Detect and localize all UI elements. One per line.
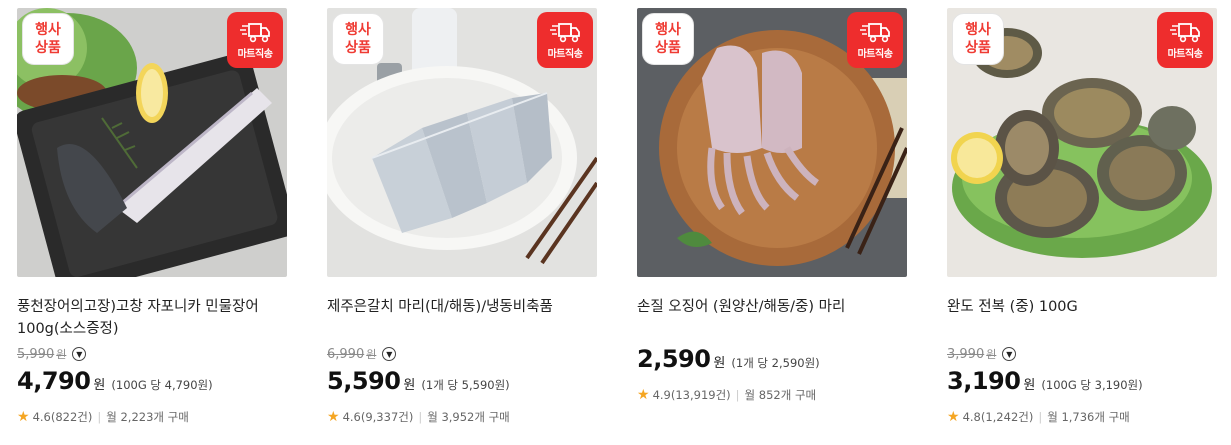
star-icon: ★: [637, 387, 650, 403]
rating-row: ★ 4.8(1,242건) | 월 1,736개 구매: [947, 409, 1217, 425]
product-name[interactable]: 풍천장어의고장)고창 자포니카 민물장어 100g(소스증정): [17, 296, 279, 340]
product-grid: 행사 상품 마트직송 풍천장어의고장)고창 자포니카 민물장어 100g(소스증…: [0, 0, 1231, 445]
event-product-badge: 행사 상품: [22, 13, 74, 65]
divider: |: [1038, 410, 1043, 424]
truck-icon: [860, 23, 890, 43]
event-product-badge: 행사 상품: [642, 13, 694, 65]
chevron-down-icon[interactable]: ▼: [382, 347, 397, 361]
star-icon: ★: [17, 409, 30, 425]
product-name[interactable]: 제주은갈치 마리(대/해동)/냉동비축품: [327, 296, 589, 318]
event-product-badge: 행사 상품: [332, 13, 384, 65]
rating: 4.6(822건): [32, 410, 93, 424]
price-currency: 원: [403, 378, 416, 393]
product-name[interactable]: 완도 전복 (중) 100G: [947, 296, 1209, 318]
monthly-purchases: 월 2,223개 구매: [106, 410, 189, 424]
rating: 4.8(1,242건): [962, 410, 1034, 424]
original-price-row: 3,990 원 ▼: [947, 344, 1217, 364]
rating-row: ★ 4.6(822건) | 월 2,223개 구매: [17, 409, 287, 425]
rating-row: ★ 4.9(13,919건) | 월 852개 구매: [637, 387, 907, 403]
sale-price: 2,590: [637, 345, 711, 373]
sale-price: 3,190: [947, 367, 1021, 395]
sale-price: 4,790: [17, 367, 91, 395]
divider: |: [97, 410, 102, 424]
product-card[interactable]: 행사 상품 마트직송 풍천장어의고장)고창 자포니카 민물장어 100g(소스증…: [17, 8, 287, 438]
monthly-purchases: 월 1,736개 구매: [1047, 410, 1130, 424]
original-price-row: 6,990 원 ▼: [327, 344, 597, 364]
original-price: 5,990 원: [17, 347, 67, 362]
event-product-badge: 행사 상품: [952, 13, 1004, 65]
price-row: 5,590 원 (1개 당 5,590원): [327, 367, 597, 395]
product-card[interactable]: 행사 상품 마트직송 제주은갈치 마리(대/해동)/냉동비축품 6,990 원 ▼…: [327, 8, 597, 438]
unit-price: (100G 당 3,190원): [1041, 378, 1143, 392]
chevron-down-icon[interactable]: ▼: [1002, 347, 1017, 361]
rating: 4.9(13,919건): [652, 388, 731, 402]
mart-direct-delivery-badge: 마트직송: [537, 12, 593, 68]
price-row: 3,190 원 (100G 당 3,190원): [947, 367, 1217, 395]
truck-icon: [1170, 23, 1200, 43]
monthly-purchases: 월 852개 구매: [744, 388, 817, 402]
product-card[interactable]: 행사 상품 마트직송 완도 전복 (중) 100G 3,990 원 ▼ 3,190…: [947, 8, 1217, 438]
price-currency: 원: [93, 378, 106, 393]
original-price: 3,990 원: [947, 347, 997, 362]
unit-price: (100G 당 4,790원): [111, 378, 213, 392]
divider: |: [735, 388, 740, 402]
price-row: 4,790 원 (100G 당 4,790원): [17, 367, 287, 395]
mart-direct-delivery-badge: 마트직송: [227, 12, 283, 68]
product-name[interactable]: 손질 오징어 (원양산/해동/중) 마리: [637, 296, 899, 318]
product-image[interactable]: 행사 상품 마트직송: [17, 8, 287, 277]
rating-row: ★ 4.6(9,337건) | 월 3,952개 구매: [327, 409, 597, 425]
price-currency: 원: [713, 356, 726, 371]
star-icon: ★: [947, 409, 960, 425]
mart-direct-delivery-badge: 마트직송: [847, 12, 903, 68]
unit-price: (1개 당 5,590원): [421, 378, 510, 392]
product-image[interactable]: 행사 상품 마트직송: [947, 8, 1217, 277]
mart-direct-delivery-badge: 마트직송: [1157, 12, 1213, 68]
sale-price: 5,590: [327, 367, 401, 395]
divider: |: [418, 410, 423, 424]
price-currency: 원: [1023, 378, 1036, 393]
price-row: 2,590 원 (1개 당 2,590원): [637, 345, 907, 373]
monthly-purchases: 월 3,952개 구매: [427, 410, 510, 424]
rating: 4.6(9,337건): [342, 410, 414, 424]
product-image[interactable]: 행사 상품 마트직송: [327, 8, 597, 277]
product-image[interactable]: 행사 상품 마트직송: [637, 8, 907, 277]
chevron-down-icon[interactable]: ▼: [72, 347, 87, 361]
truck-icon: [240, 23, 270, 43]
original-price: 6,990 원: [327, 347, 377, 362]
truck-icon: [550, 23, 580, 43]
product-card[interactable]: 행사 상품 마트직송 손질 오징어 (원양산/해동/중) 마리 2,590 원 …: [637, 8, 907, 438]
unit-price: (1개 당 2,590원): [731, 356, 820, 370]
star-icon: ★: [327, 409, 340, 425]
original-price-row: 5,990 원 ▼: [17, 344, 287, 364]
